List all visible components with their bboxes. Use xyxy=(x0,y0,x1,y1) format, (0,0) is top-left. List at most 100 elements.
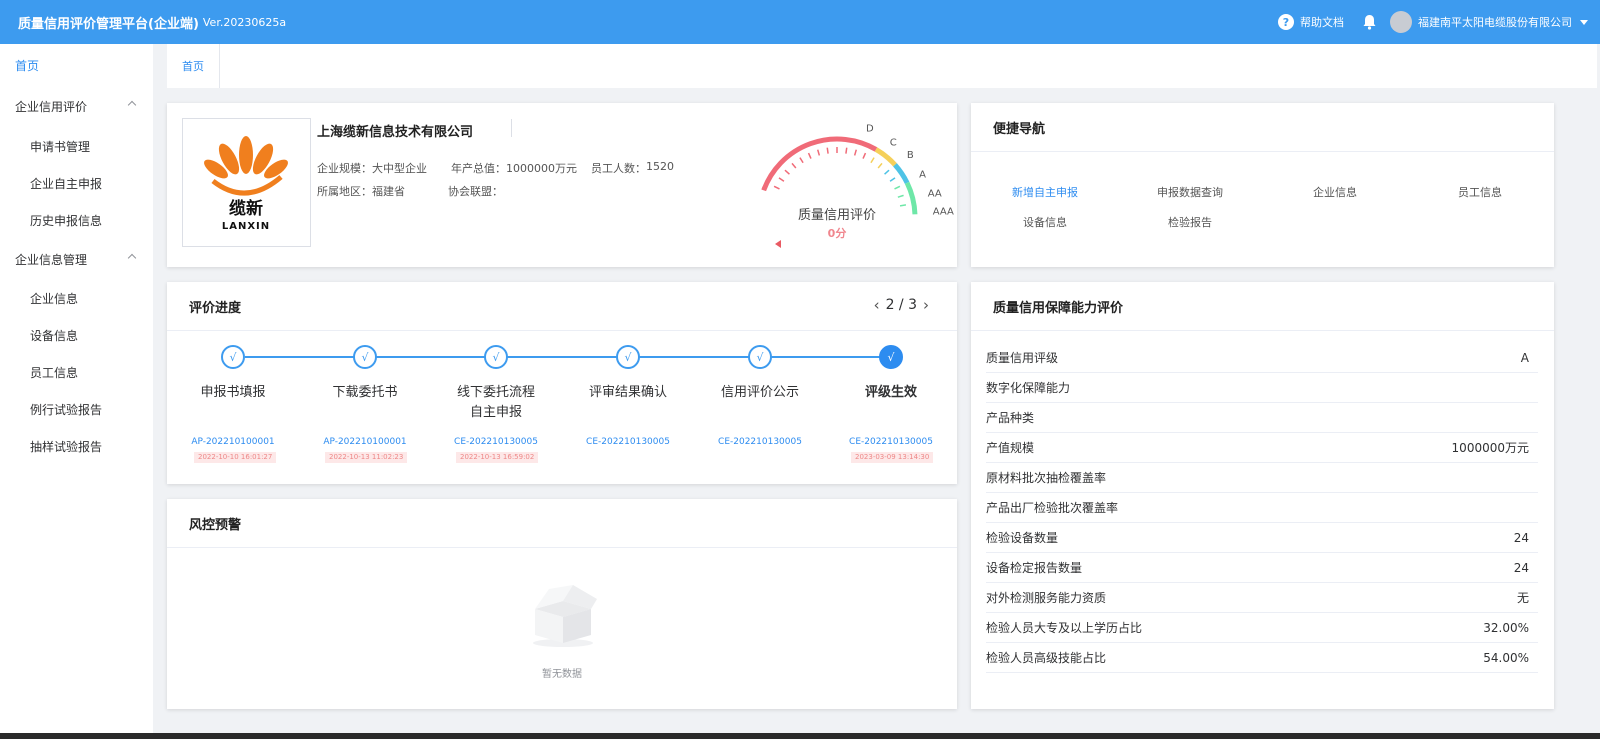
step-label: 下载委托书 xyxy=(332,385,398,400)
bell-icon[interactable] xyxy=(1360,13,1378,31)
help-docs-link[interactable]: 帮助文档 xyxy=(1300,14,1344,30)
sidebar-item-equipment[interactable]: 设备信息 xyxy=(0,316,153,354)
tab-home[interactable]: 首页 xyxy=(167,44,220,88)
gauge-grade-aaa: AAA xyxy=(933,206,954,217)
region-value: 福建省 xyxy=(372,185,405,198)
progress-pager: ‹ 2 / 3 › xyxy=(868,296,935,314)
step-code-link[interactable]: CE-202210130005 xyxy=(826,437,956,447)
row-label: 对外检测服务能力资质 xyxy=(986,591,1107,605)
gauge-tick xyxy=(845,147,848,154)
logo-text-cn: 缆新 xyxy=(229,198,263,219)
empty-box-icon xyxy=(533,585,597,647)
sidebar-group-info[interactable]: 企业信息管理 xyxy=(0,240,153,278)
sidebar-item-company-info[interactable]: 企业信息 xyxy=(0,279,153,317)
divider xyxy=(971,151,1554,152)
scale-label: 企业规模： xyxy=(317,162,372,175)
quick-link-staff-info[interactable]: 员工信息 xyxy=(1420,184,1540,200)
divider xyxy=(971,330,1554,331)
quick-link-inspection-reports[interactable]: 检验报告 xyxy=(1130,214,1250,230)
quick-link-new-declaration[interactable]: 新增自主申报 xyxy=(985,184,1105,200)
ability-row: 设备检定报告数量 24 xyxy=(986,553,1538,583)
step-check-icon: √ xyxy=(353,345,377,369)
quick-link-equipment-info[interactable]: 设备信息 xyxy=(985,214,1105,230)
scale-value: 大中型企业 xyxy=(372,162,427,175)
chevron-right-icon[interactable]: › xyxy=(917,296,935,314)
gauge-grade-b: B xyxy=(907,150,914,161)
step-timestamp: 2022-10-13 16:59:02 xyxy=(456,452,539,463)
risk-title: 风控预警 xyxy=(189,517,242,533)
alliance-label: 协会联盟： xyxy=(448,185,503,198)
ability-row: 数字化保障能力 xyxy=(986,373,1538,403)
gauge-tick xyxy=(894,185,901,190)
gauge-title: 质量信用评价 xyxy=(798,208,876,223)
row-value: A xyxy=(1520,350,1529,365)
sidebar: 首页 企业信用评价 申请书管理 企业自主申报 历史申报信息 企业信息管理 企业信… xyxy=(0,44,153,739)
row-label: 原材料批次抽检覆盖率 xyxy=(986,471,1107,485)
ability-row: 原材料批次抽检覆盖率 xyxy=(986,463,1538,493)
row-label: 检验人员高级技能占比 xyxy=(986,651,1107,665)
step-label: 评审结果确认 xyxy=(588,385,667,400)
row-label: 产值规模 xyxy=(986,441,1035,455)
row-value: 无 xyxy=(1516,591,1529,605)
gauge-tick xyxy=(897,194,904,198)
step-code-link[interactable]: CE-202210130005 xyxy=(563,437,693,447)
empty-text: 暂无数据 xyxy=(542,669,582,680)
app-title: 质量信用评价管理平台(企业端) xyxy=(18,16,199,32)
top-bar: 质量信用评价管理平台(企业端) Ver.20230625a ? 帮助文档 福建南… xyxy=(0,0,1600,44)
row-label: 检验设备数量 xyxy=(986,531,1059,545)
sidebar-item-routine-reports[interactable]: 例行试验报告 xyxy=(0,390,153,428)
app-version: Ver.20230625a xyxy=(202,15,287,29)
sidebar-item-history[interactable]: 历史申报信息 xyxy=(0,201,153,239)
question-circle-icon[interactable]: ? xyxy=(1278,14,1294,30)
progress-title: 评价进度 xyxy=(189,300,242,316)
quick-link-company-info[interactable]: 企业信息 xyxy=(1275,184,1395,200)
chevron-down-icon[interactable] xyxy=(1580,19,1588,25)
step-check-icon: √ xyxy=(616,345,640,369)
main-content: 首页 缆新 LANXIN 上海缆新信息技术有限公司 企业规模： 大中型企业 年产… xyxy=(153,44,1600,739)
bottom-edge xyxy=(0,733,1600,739)
gauge-pointer-icon xyxy=(775,240,781,248)
ability-row: 产品出厂检验批次覆盖率 xyxy=(986,493,1538,523)
sidebar-group-label: 企业信息管理 xyxy=(15,252,88,267)
quick-link-declaration-query[interactable]: 申报数据查询 xyxy=(1130,184,1250,200)
sidebar-item-home[interactable]: 首页 xyxy=(0,46,153,84)
divider xyxy=(167,547,957,548)
sidebar-item-self-declare[interactable]: 企业自主申报 xyxy=(0,164,153,202)
row-value: 24 xyxy=(1513,560,1529,575)
row-label: 质量信用评级 xyxy=(986,351,1059,365)
avatar[interactable] xyxy=(1390,11,1412,33)
quality-ability-card: 质量信用保障能力评价 质量信用评级 A 数字化保障能力 产品种类 产值规模 1000… xyxy=(971,282,1554,709)
output-label: 年产总值： xyxy=(451,162,506,175)
step-code-link[interactable]: AP-202210100001 xyxy=(300,437,430,447)
sidebar-item-applications[interactable]: 申请书管理 xyxy=(0,127,153,165)
divider xyxy=(167,330,957,331)
company-card: 缆新 LANXIN 上海缆新信息技术有限公司 企业规模： 大中型企业 年产总值：… xyxy=(167,103,957,267)
pager-status: 2 / 3 xyxy=(885,297,917,313)
row-value: 1000000万元 xyxy=(1451,441,1529,455)
company-name: 上海缆新信息技术有限公司 xyxy=(317,125,474,140)
company-menu[interactable]: 福建南平太阳电缆股份有限公司 xyxy=(1418,14,1572,30)
chevron-up-icon xyxy=(127,253,137,263)
staff-label: 员工人数： xyxy=(591,162,646,175)
gauge-tick xyxy=(877,162,883,169)
step-check-icon: √ xyxy=(221,345,245,369)
top-bar-actions: ? 帮助文档 福建南平太阳电缆股份有限公司 xyxy=(1278,0,1588,44)
sidebar-item-staff[interactable]: 员工信息 xyxy=(0,353,153,391)
gauge-tick xyxy=(853,149,858,156)
step-label: 申报书填报 xyxy=(200,385,266,400)
gauge-arc xyxy=(761,136,918,215)
step-code-link[interactable]: CE-202210130005 xyxy=(431,437,561,447)
sidebar-item-sample-reports[interactable]: 抽样试验报告 xyxy=(0,427,153,465)
row-label: 数字化保障能力 xyxy=(986,381,1071,395)
chevron-left-icon[interactable]: ‹ xyxy=(868,296,886,314)
gauge-score: 0分 xyxy=(828,226,847,240)
row-label: 检验人员大专及以上学历占比 xyxy=(986,621,1143,635)
gauge-tick xyxy=(870,157,875,164)
sidebar-group-credit[interactable]: 企业信用评价 xyxy=(0,87,153,125)
gauge-tick xyxy=(791,162,797,169)
gauge-tick xyxy=(778,177,785,182)
ability-row: 对外检测服务能力资质 无 xyxy=(986,583,1538,613)
step-code-link[interactable]: AP-202210100001 xyxy=(168,437,298,447)
step-code-link[interactable]: CE-202210130005 xyxy=(695,437,825,447)
credit-gauge: D C B A AA AAA 质量信用评价 0分 xyxy=(761,124,954,248)
